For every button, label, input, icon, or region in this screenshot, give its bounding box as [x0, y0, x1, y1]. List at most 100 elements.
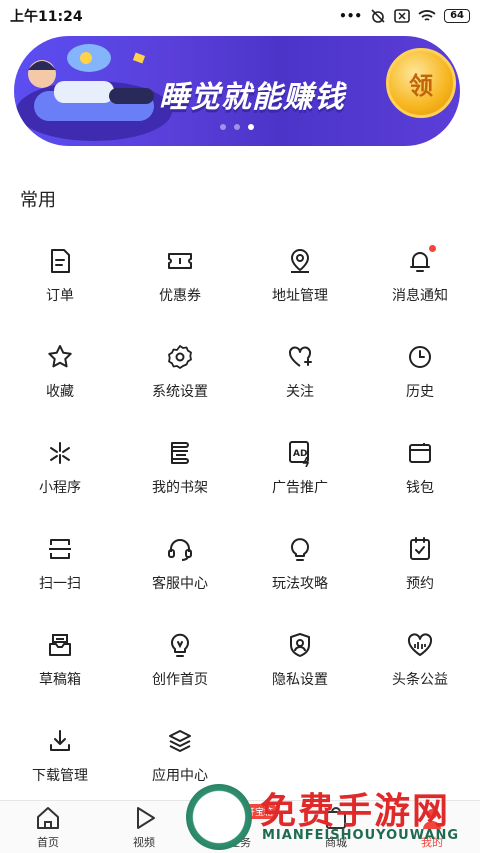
tab-label: 商城 [325, 836, 347, 849]
grid-item-label: 应用中心 [152, 768, 208, 784]
feature-grid: 订单 优惠券 地址管理 消息通知 收藏 系统设置 关注 历史 小程序 我的书架 … [0, 228, 480, 804]
grid-item-notifications[interactable]: 消息通知 [360, 228, 480, 324]
bulb-icon [291, 538, 309, 561]
grid-item-label: 预约 [406, 576, 434, 592]
grid-item-label: 广告推广 [272, 480, 328, 496]
grid-item-label: 历史 [406, 384, 434, 400]
more-dots-icon: ••• [339, 9, 363, 23]
grid-item-drafts[interactable]: 草稿箱 [0, 612, 120, 708]
grid-item-follow[interactable]: 关注 [240, 324, 360, 420]
grid-item-label: 创作首页 [152, 672, 208, 688]
tab-video[interactable]: 视频 [96, 801, 192, 853]
tab-mine[interactable]: 我的 [384, 801, 480, 853]
gear-icon [168, 345, 192, 369]
grid-item-label: 消息通知 [392, 288, 448, 304]
scan-icon [49, 539, 71, 559]
grid-item-privacy[interactable]: 隐私设置 [240, 612, 360, 708]
lightbulb-pen-icon [171, 633, 189, 657]
grid-item-label: 订单 [46, 288, 74, 304]
unread-dot [429, 245, 436, 252]
claim-coin-button[interactable]: 领 [386, 48, 456, 118]
grid-item-label: 扫一扫 [39, 576, 81, 592]
grid-item-label: 小程序 [39, 480, 81, 496]
heart-plus-icon [289, 346, 312, 367]
tab-label: 任务 [229, 836, 251, 849]
grid-item-miniprogram[interactable]: 小程序 [0, 420, 120, 516]
wifi-icon [418, 10, 436, 21]
grid-item-favorites[interactable]: 收藏 [0, 324, 120, 420]
download-icon [50, 730, 70, 751]
document-icon [51, 249, 70, 273]
grid-item-bookshelf[interactable]: 我的书架 [120, 420, 240, 516]
grid-item-label: 我的书架 [152, 480, 208, 496]
ad-icon: AD [289, 441, 310, 467]
grid-item-guide[interactable]: 玩法攻略 [240, 516, 360, 612]
grid-item-support[interactable]: 客服中心 [120, 516, 240, 612]
grid-item-appcenter[interactable]: 应用中心 [120, 708, 240, 804]
calendar-check-icon [410, 537, 430, 560]
promo-banner[interactable]: 睡觉就能赚钱 领 [14, 36, 460, 146]
coin-label: 领 [409, 71, 433, 100]
grid-item-label: 钱包 [406, 480, 434, 496]
grid-item-ads[interactable]: AD 广告推广 [240, 420, 360, 516]
grid-item-label: 地址管理 [272, 288, 328, 304]
tab-shop[interactable]: 商城 [288, 801, 384, 853]
status-time: 上午11:24 [10, 9, 83, 25]
headset-icon [168, 539, 192, 561]
carousel-dot-active[interactable] [248, 124, 254, 130]
status-icons: ••• 64 [339, 8, 470, 24]
star-icon [48, 345, 72, 368]
grid-item-order[interactable]: 订单 [0, 228, 120, 324]
play-icon [137, 807, 155, 829]
grid-item-label: 关注 [286, 384, 314, 400]
grid-item-wallet[interactable]: 钱包 [360, 420, 480, 516]
grid-item-scan[interactable]: 扫一扫 [0, 516, 120, 612]
alarm-off-icon [371, 9, 385, 23]
grid-item-label: 隐私设置 [272, 672, 328, 688]
bottom-tab-bar: 首页 视频 任务 商城 我的 [0, 800, 480, 853]
grid-item-label: 草稿箱 [39, 672, 81, 688]
battery-indicator: 64 [444, 9, 470, 23]
wallet-icon [409, 443, 431, 463]
clock-icon [409, 346, 431, 368]
inbox-icon [49, 634, 71, 656]
carousel-dot[interactable] [234, 124, 240, 130]
ticket-icon [168, 253, 192, 269]
tab-label: 首页 [37, 836, 59, 849]
carousel-dots [14, 124, 460, 130]
grid-item-label: 玩法攻略 [272, 576, 328, 592]
status-bar: 上午11:24 ••• 64 [0, 0, 480, 32]
sim-icon [394, 9, 410, 23]
grid-item-label: 系统设置 [152, 384, 208, 400]
grid-item-charity[interactable]: 头条公益 [360, 612, 480, 708]
tab-label: 我的 [421, 836, 443, 849]
grid-item-settings[interactable]: 系统设置 [120, 324, 240, 420]
section-title: 常用 [20, 190, 56, 211]
miniprogram-icon [50, 442, 70, 464]
home-icon [37, 807, 59, 829]
grid-item-creator[interactable]: 创作首页 [120, 612, 240, 708]
grid-item-label: 下载管理 [32, 768, 88, 784]
location-icon [290, 248, 310, 273]
user-icon [423, 809, 441, 829]
tab-label: 视频 [133, 836, 155, 849]
grid-item-label: 收藏 [46, 384, 74, 400]
svg-text:AD: AD [293, 449, 307, 459]
grid-item-label: 头条公益 [392, 672, 448, 688]
shop-icon [326, 807, 346, 829]
bookshelf-icon [171, 442, 189, 464]
grid-item-address[interactable]: 地址管理 [240, 228, 360, 324]
banner-title: 睡觉就能赚钱 [159, 80, 345, 115]
grid-item-label: 客服中心 [152, 576, 208, 592]
grid-item-label: 优惠券 [159, 288, 201, 304]
task-badge: 开宝箱 [242, 804, 278, 819]
grid-item-downloads[interactable]: 下载管理 [0, 708, 120, 804]
carousel-dot[interactable] [220, 124, 226, 130]
layers-icon [169, 730, 191, 752]
grid-item-coupon[interactable]: 优惠券 [120, 228, 240, 324]
grid-item-history[interactable]: 历史 [360, 324, 480, 420]
charity-icon [407, 633, 433, 656]
tab-home[interactable]: 首页 [0, 801, 96, 853]
grid-item-reservation[interactable]: 预约 [360, 516, 480, 612]
shield-user-icon [290, 633, 310, 657]
